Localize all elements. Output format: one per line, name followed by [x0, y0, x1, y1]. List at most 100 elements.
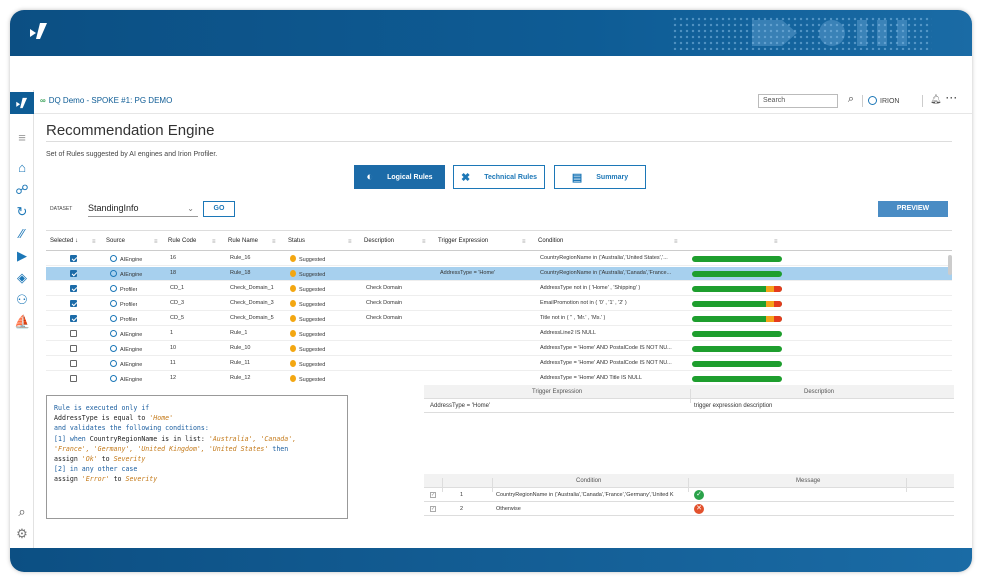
- rules-icon[interactable]: ⁄⁄: [14, 226, 30, 242]
- connections-icon[interactable]: ☍: [14, 182, 30, 198]
- grid-header: Selected ↓ ≡ Source ≡ Rule Code ≡ Rule N…: [46, 235, 952, 251]
- preview-button[interactable]: PREVIEW: [878, 201, 948, 217]
- source-cell: Profiler: [110, 285, 137, 293]
- checkbox[interactable]: ✓: [430, 506, 436, 512]
- condition-cell: AddressType = 'Home' AND PostalCode IS N…: [540, 360, 672, 366]
- suggested-icon: [290, 315, 296, 322]
- rule-text: is in list:: [157, 434, 209, 443]
- status-cell: Suggested: [290, 300, 325, 308]
- ai-engine-icon: [110, 375, 117, 382]
- profiler-icon: [110, 300, 117, 307]
- dataset-label: DATASET: [50, 206, 73, 212]
- column-menu-icon[interactable]: ≡: [522, 239, 526, 245]
- settings-icon[interactable]: ⚙: [14, 526, 30, 542]
- col-label: Selected: [50, 238, 74, 244]
- rule-name-cell: Rule_1: [230, 330, 248, 336]
- condition-text: CountryRegionName in ('Australia','Canad…: [496, 492, 674, 498]
- breadcrumb[interactable]: ∞ DQ Demo - SPOKE #1: PG DEMO: [40, 96, 172, 105]
- rule-text: [1] when: [54, 434, 90, 443]
- col-selected[interactable]: Selected ↓: [50, 238, 78, 244]
- ship-icon[interactable]: ⛵: [14, 314, 30, 330]
- column-menu-icon[interactable]: ≡: [212, 239, 216, 245]
- column-menu-icon[interactable]: ≡: [92, 239, 96, 245]
- col-description[interactable]: Description: [364, 238, 394, 244]
- pipeline-icon[interactable]: ▶: [14, 248, 30, 264]
- table-row[interactable]: AIEngine 1 Rule_1 Suggested AddressLine2 IS …: [46, 327, 952, 341]
- eye-icon[interactable]: ◈: [14, 270, 30, 286]
- col-rule-code[interactable]: Rule Code: [168, 238, 196, 244]
- tab-summary[interactable]: ▤ Summary: [554, 165, 646, 189]
- row-checkbox[interactable]: [70, 255, 77, 262]
- row-checkbox[interactable]: [70, 360, 77, 367]
- table-row[interactable]: AIEngine 16 Rule_16 Suggested CountryRegionN…: [46, 252, 952, 266]
- column-menu-icon[interactable]: ≡: [674, 239, 678, 245]
- dataset-select[interactable]: StandingInfo ⌄: [88, 203, 198, 217]
- sync-icon[interactable]: ↻: [14, 204, 30, 220]
- table-row[interactable]: Profiler CD_3 Check_Domain_3 Suggested Check…: [46, 297, 952, 311]
- col-message: Message: [796, 478, 821, 484]
- column-menu-icon[interactable]: ≡: [774, 239, 778, 245]
- status-label: Suggested: [299, 257, 326, 263]
- search-button-icon[interactable]: ⌕: [844, 93, 858, 109]
- row-checkbox[interactable]: [70, 270, 77, 277]
- suggested-icon: [290, 300, 296, 307]
- source-label: Profiler: [120, 317, 138, 323]
- source-cell: Profiler: [110, 300, 137, 308]
- col-condition[interactable]: Condition: [538, 238, 563, 244]
- rule-line: AddressType is equal to 'Home': [54, 413, 340, 423]
- user-menu[interactable]: IRION: [868, 96, 899, 105]
- users-icon[interactable]: ⚇: [14, 292, 30, 308]
- search-icon[interactable]: ⌕: [14, 504, 30, 520]
- go-button[interactable]: GO: [203, 201, 235, 217]
- quality-bar: [692, 256, 782, 262]
- suggested-icon: [290, 285, 296, 292]
- row-checkbox[interactable]: [70, 315, 77, 322]
- table-row[interactable]: AIEngine 12 Rule_12 Suggested AddressType = …: [46, 372, 952, 382]
- condition-row[interactable]: ✓ 1 CountryRegionName in ('Australia','C…: [424, 488, 954, 502]
- more-icon[interactable]: ···: [946, 93, 958, 103]
- rule-name-cell: Check_Domain_5: [230, 315, 274, 321]
- status-label: Suggested: [299, 377, 326, 382]
- row-checkbox[interactable]: [70, 345, 77, 352]
- rule-code-cell: 16: [170, 255, 177, 261]
- row-checkbox[interactable]: [70, 300, 77, 307]
- col-source[interactable]: Source: [106, 238, 125, 244]
- rule-line: assign 'Ok' to Severity: [54, 454, 340, 464]
- table-row[interactable]: AIEngine 11 Rule_11 Suggested AddressType = …: [46, 357, 952, 371]
- column-menu-icon[interactable]: ≡: [422, 239, 426, 245]
- vertical-scrollbar[interactable]: [948, 255, 952, 275]
- row-checkbox[interactable]: [70, 375, 77, 382]
- tab-technical-rules[interactable]: ✖ Technical Rules: [453, 165, 545, 189]
- search-input[interactable]: Search: [758, 94, 838, 108]
- quality-bar: [692, 376, 782, 382]
- rule-code-cell: 12: [170, 375, 177, 381]
- table-row[interactable]: AIEngine 10 Rule_10 Suggested AddressType = …: [46, 342, 952, 356]
- banner-shapes-decoration: [752, 20, 907, 46]
- tab-label: Summary: [596, 173, 629, 181]
- home-icon[interactable]: ⌂: [14, 160, 30, 176]
- quality-bar-warning: [766, 316, 774, 322]
- suggested-icon: [290, 360, 296, 367]
- condition-row[interactable]: ✓ 2 Otherwise ✕: [424, 502, 954, 516]
- brand-logo-icon[interactable]: [10, 92, 34, 114]
- menu-icon[interactable]: ≡: [14, 130, 30, 146]
- status-label: Suggested: [299, 287, 326, 293]
- column-menu-icon[interactable]: ≡: [348, 239, 352, 245]
- column-menu-icon[interactable]: ≡: [272, 239, 276, 245]
- tab-logical-rules[interactable]: ◐ Logical Rules: [354, 165, 445, 189]
- column-menu-icon[interactable]: ≡: [154, 239, 158, 245]
- col-condition: Condition: [576, 478, 602, 484]
- quality-bar-warning: [766, 286, 774, 292]
- breadcrumb-label: DQ Demo - SPOKE #1: PG DEMO: [48, 96, 173, 105]
- table-row[interactable]: AIEngine 18 Rule_18 Suggested AddressType = …: [46, 267, 952, 281]
- trigger-row[interactable]: AddressType = 'Home' trigger expression …: [424, 399, 954, 413]
- checkbox[interactable]: ✓: [430, 492, 436, 498]
- row-checkbox[interactable]: [70, 330, 77, 337]
- bell-icon[interactable]: 🔔︎: [930, 94, 941, 105]
- table-row[interactable]: Profiler CD_5 Check_Domain_5 Suggested Check…: [46, 312, 952, 326]
- table-row[interactable]: Profiler CD_1 Check_Domain_1 Suggested Check…: [46, 282, 952, 296]
- col-status[interactable]: Status: [288, 238, 305, 244]
- col-rule-name[interactable]: Rule Name: [228, 238, 258, 244]
- row-checkbox[interactable]: [70, 285, 77, 292]
- col-trigger[interactable]: Trigger Expression: [438, 238, 488, 244]
